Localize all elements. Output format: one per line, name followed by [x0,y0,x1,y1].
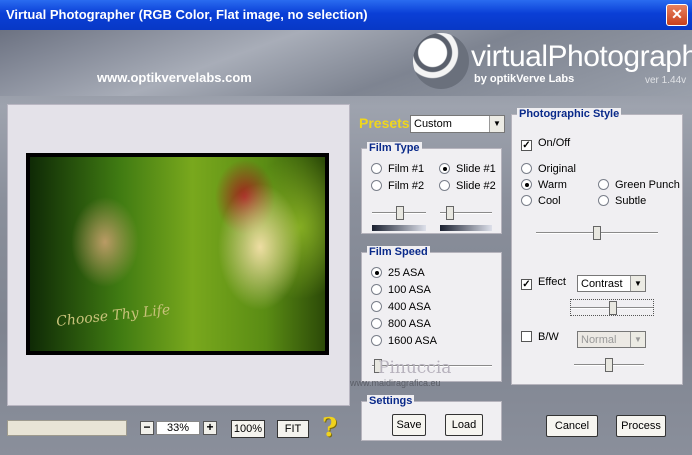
presets-value: Custom [414,118,452,130]
radio-selected-icon [371,267,382,278]
radio-icon [598,179,609,190]
effect-value: Contrast [581,278,623,290]
radio-label: 25 ASA [388,267,425,279]
save-button[interactable]: Save [392,414,426,436]
effect-checkbox[interactable]: ✓ Effect [521,276,566,290]
film-speed-1600[interactable]: 1600 ASA [371,335,437,347]
radio-icon [371,284,382,295]
film-type-gradient-1 [372,225,426,231]
logo-text: virtualPhotographer [471,40,692,73]
checkbox-empty-icon [521,331,532,342]
film-type-film1[interactable]: Film #1 [371,163,424,175]
dropdown-arrow-icon[interactable]: ▼ [630,332,645,347]
settings-group: Settings Save Load [361,395,502,441]
preview-image[interactable]: Choose Thy Life [26,153,329,355]
radio-icon [371,335,382,346]
radio-icon [371,180,382,191]
film-speed-25[interactable]: 25 ASA [371,267,425,279]
film-type-group: Film Type Film #1 Slide #1 Film #2 Slide… [361,142,502,234]
cancel-button[interactable]: Cancel [546,415,598,437]
style-cool[interactable]: Cool [521,195,561,207]
radio-selected-icon [439,163,450,174]
bw-value: Normal [581,334,617,346]
film-type-title: Film Type [367,142,422,154]
version-label: ver 1.44v [645,75,687,86]
effect-slider[interactable] [570,299,654,316]
settings-title: Settings [367,395,415,407]
radio-label: Film #2 [388,180,425,192]
radio-icon [598,195,609,206]
photographic-style-group: Photographic Style ✓ On/Off Original Warm… [511,108,683,385]
radio-label: 400 ASA [388,301,431,313]
photographic-style-title: Photographic Style [517,108,622,120]
radio-label: Film #1 [388,163,425,175]
style-green-punch[interactable]: Green Punch [598,179,680,191]
film-type-gradient-2 [440,225,492,231]
load-button[interactable]: Load [445,414,483,436]
close-icon: ✕ [671,6,683,22]
style-original[interactable]: Original [521,163,576,175]
close-button[interactable]: ✕ [666,4,688,26]
radio-label: 800 ASA [388,318,431,330]
bw-slider[interactable] [574,358,644,372]
film-type-slider-1[interactable] [372,206,426,220]
radio-label: Slide #2 [456,180,496,192]
style-slider[interactable] [536,226,658,240]
film-speed-800[interactable]: 800 ASA [371,318,431,330]
zoom-fit-button[interactable]: FIT [277,420,309,438]
radio-label: 100 ASA [388,284,431,296]
process-button[interactable]: Process [616,415,666,437]
radio-label: Cool [538,195,561,207]
radio-label: Original [538,163,576,175]
radio-icon [371,318,382,329]
website-link[interactable]: www.optikvervelabs.com [97,70,252,85]
film-type-film2[interactable]: Film #2 [371,180,424,192]
radio-label: Warm [538,179,567,191]
radio-icon [521,163,532,174]
dropdown-arrow-icon[interactable]: ▼ [630,276,645,291]
zoom-out-button[interactable]: − [140,421,154,435]
film-speed-100[interactable]: 100 ASA [371,284,431,296]
zoom-in-button[interactable]: + [203,421,217,435]
radio-icon [371,301,382,312]
radio-icon [371,163,382,174]
film-type-slider-2[interactable] [440,206,492,220]
style-subtle[interactable]: Subtle [598,195,646,207]
style-onoff-checkbox[interactable]: ✓ On/Off [521,137,570,151]
zoom-value: 33% [156,421,200,435]
help-icon[interactable]: ? [322,413,337,443]
logo-ring-icon [413,33,469,89]
radio-icon [439,180,450,191]
film-type-slide2[interactable]: Slide #2 [439,180,496,192]
radio-label: Slide #1 [456,163,496,175]
style-warm[interactable]: Warm [521,179,567,191]
radio-label: 1600 ASA [388,335,437,347]
progress-bar [7,420,127,436]
presets-select[interactable]: Custom ▼ [410,115,505,133]
presets-label: Presets [359,115,410,131]
watermark-url: www.maidiragrafica.eu [350,378,441,388]
window-title: Virtual Photographer (RGB Color, Flat im… [6,7,368,22]
bw-select[interactable]: Normal ▼ [577,331,646,348]
radio-selected-icon [521,179,532,190]
checkbox-label: On/Off [538,137,571,149]
dropdown-arrow-icon[interactable]: ▼ [489,116,504,132]
watermark-name: Pinuccia [378,358,452,378]
checkbox-label: B/W [538,331,559,343]
title-bar: Virtual Photographer (RGB Color, Flat im… [0,0,692,30]
radio-icon [521,195,532,206]
bw-checkbox[interactable]: B/W [521,331,559,343]
film-speed-title: Film Speed [367,246,430,258]
radio-label: Green Punch [615,179,680,191]
checkmark-icon: ✓ [521,140,532,151]
radio-label: Subtle [615,195,647,207]
effect-select[interactable]: Contrast ▼ [577,275,646,292]
zoom-100-button[interactable]: 100% [231,420,265,438]
film-type-slide1[interactable]: Slide #1 [439,163,496,175]
film-speed-400[interactable]: 400 ASA [371,301,431,313]
checkmark-icon: ✓ [521,279,532,290]
checkbox-label: Effect [538,276,566,288]
logo-sub: by optikVerve Labs [474,73,575,85]
